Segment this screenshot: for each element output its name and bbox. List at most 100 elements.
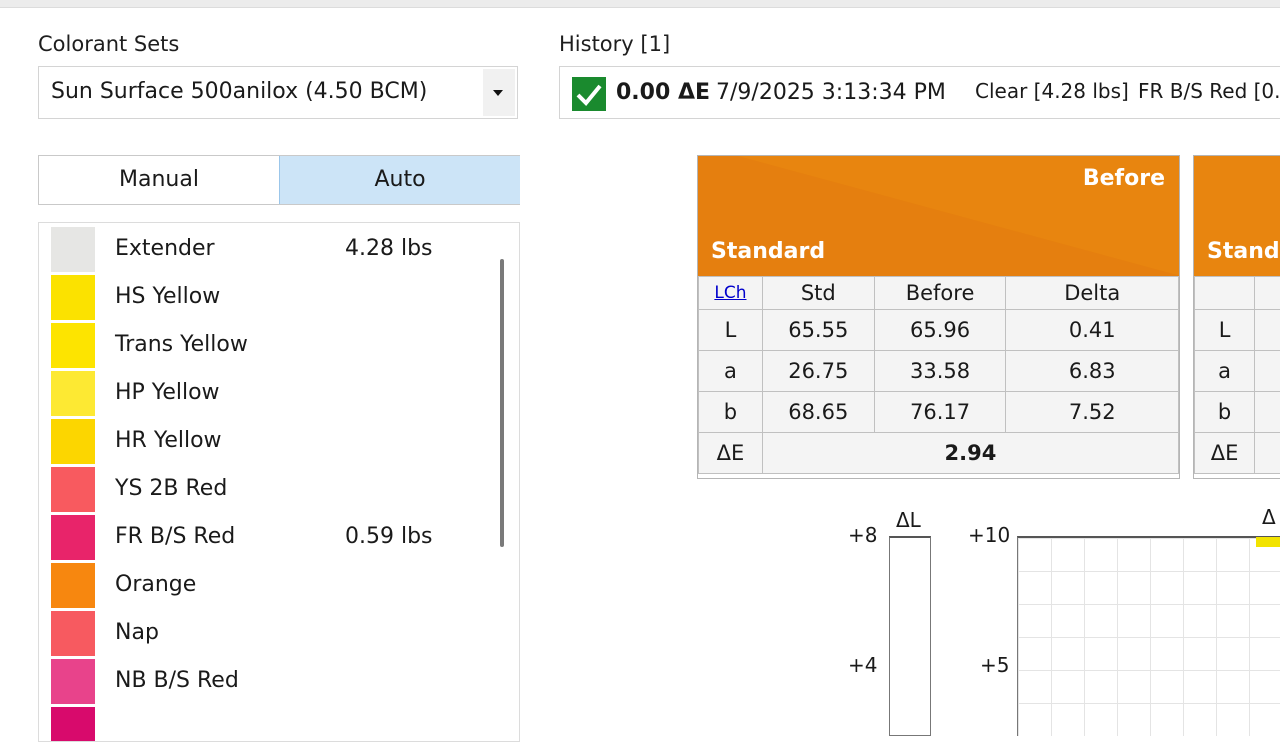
- colorant-swatch: [51, 323, 95, 368]
- dadb-chart-title: Δ: [1262, 505, 1276, 529]
- before-value: 65.96: [873, 309, 1007, 351]
- delta-value: 7.52: [1005, 391, 1179, 433]
- col-delta-header: Delta: [1005, 276, 1179, 310]
- row-label: L: [1194, 309, 1256, 351]
- colorant-set-value: Sun Surface 500anilox (4.50 BCM): [51, 79, 428, 104]
- dadb-tick-label: +10: [968, 523, 1011, 547]
- colorant-row[interactable]: [51, 706, 491, 741]
- before-panel-header: Before Standard: [698, 156, 1179, 276]
- yellow-marker: [1256, 537, 1280, 547]
- col-before-header: Before: [873, 276, 1007, 310]
- std-value: 68.65: [761, 391, 875, 433]
- before-value: 33.58: [873, 350, 1007, 392]
- before-panel: Before Standard LCh Std Before Delta L 6…: [697, 155, 1180, 479]
- history-label: History [1]: [559, 32, 671, 56]
- colorant-swatch: [51, 419, 95, 464]
- delta-value: 0.41: [1005, 309, 1179, 351]
- dl-tick-label: +8: [848, 523, 878, 547]
- delta-value: 6.83: [1005, 350, 1179, 392]
- colorant-row[interactable]: Extender 4.28 lbs: [51, 226, 491, 274]
- colorant-row[interactable]: NB B/S Red: [51, 658, 491, 706]
- colorant-name: Trans Yellow: [115, 332, 248, 357]
- colorant-row[interactable]: HS Yellow: [51, 274, 491, 322]
- std-value: 26.75: [761, 350, 875, 392]
- colorant-swatch: [51, 611, 95, 656]
- colorant-amount: 4.28 lbs: [345, 236, 433, 261]
- std-cell: [1254, 350, 1280, 392]
- table-row: ΔE 2.94: [698, 432, 1179, 474]
- row-label: b: [698, 391, 763, 433]
- colorant-row[interactable]: HP Yellow: [51, 370, 491, 418]
- std-cell: [1254, 432, 1280, 474]
- dl-tick-label: +4: [848, 653, 878, 677]
- colorant-row[interactable]: Orange: [51, 562, 491, 610]
- history-entry[interactable]: 0.00 ΔE 7/9/2025 3:13:34 PM Clear [4.28 …: [559, 66, 1280, 119]
- colorant-swatch: [51, 515, 95, 560]
- history-colorant-1: Clear [4.28 lbs]: [975, 79, 1129, 103]
- colorant-name: HR Yellow: [115, 428, 222, 453]
- history-delta-e: 0.00 ΔE: [616, 80, 710, 105]
- std-cell: [1254, 391, 1280, 433]
- standard-label: Standard: [711, 239, 826, 264]
- table-row: L 65.55 65.96 0.41: [698, 309, 1179, 351]
- dropdown-button[interactable]: [483, 69, 515, 116]
- row-label: L: [698, 309, 763, 351]
- colorant-swatch: [51, 467, 95, 512]
- colorant-swatch: [51, 227, 95, 272]
- colorant-row[interactable]: HR Yellow: [51, 418, 491, 466]
- col-std-header: Std: [761, 276, 875, 310]
- colorant-swatch: [51, 275, 95, 320]
- second-panel-header: Standard: [1194, 156, 1280, 276]
- colorant-row[interactable]: Nap: [51, 610, 491, 658]
- auto-button[interactable]: Auto: [279, 156, 520, 204]
- history-date: 7/9/2025 3:13:34 PM: [716, 80, 946, 105]
- manual-button[interactable]: Manual: [39, 156, 279, 204]
- std-value: 65.55: [761, 309, 875, 351]
- chevron-down-icon: [493, 90, 503, 96]
- dadb-chart-grid: [1017, 536, 1280, 736]
- lab-table: LCh Std Before Delta L 65.55 65.96 0.41 …: [698, 276, 1179, 474]
- colorant-sets-label: Colorant Sets: [38, 32, 180, 56]
- colorant-set-dropdown[interactable]: Sun Surface 500anilox (4.50 BCM): [38, 66, 518, 119]
- colorant-name: Orange: [115, 572, 197, 597]
- row-label: b: [1194, 391, 1256, 433]
- colorant-swatch: [51, 371, 95, 416]
- colorant-name: Extender: [115, 236, 215, 261]
- list-scrollbar[interactable]: [500, 259, 504, 547]
- colorant-swatch: [51, 659, 95, 704]
- colorant-name: FR B/S Red: [115, 524, 236, 549]
- row-label: a: [1194, 350, 1256, 392]
- colorant-name: Nap: [115, 620, 159, 645]
- standard-label: Standard: [1207, 239, 1280, 264]
- table-row: a 26.75 33.58 6.83: [698, 350, 1179, 392]
- colorant-swatch: [51, 707, 95, 741]
- table-row: b 68.65 76.17 7.52: [698, 391, 1179, 433]
- std-cell: [1254, 276, 1280, 310]
- colorant-name: HS Yellow: [115, 284, 221, 309]
- dadb-tick-label: +5: [980, 653, 1010, 677]
- dl-chart-title: ΔL: [896, 508, 921, 532]
- delta-e-label: ΔE: [1194, 432, 1256, 474]
- mode-toggle: Manual Auto: [38, 155, 520, 205]
- delta-e-value: 2.94: [761, 432, 1179, 474]
- window-top-border: [0, 0, 1280, 8]
- colorant-amount: 0.59 lbs: [345, 524, 433, 549]
- second-panel: Standard L a b ΔE: [1193, 155, 1280, 479]
- history-colorant-2: FR B/S Red [0.59 lbs]: [1138, 79, 1280, 103]
- colorant-swatch: [51, 563, 95, 608]
- colorant-name: NB B/S Red: [115, 668, 239, 693]
- delta-e-label: ΔE: [698, 432, 763, 474]
- row-label: a: [698, 350, 763, 392]
- std-cell: [1254, 309, 1280, 351]
- before-value: 76.17: [873, 391, 1007, 433]
- colorant-name: HP Yellow: [115, 380, 220, 405]
- colorant-row[interactable]: YS 2B Red: [51, 466, 491, 514]
- colorant-row[interactable]: FR B/S Red 0.59 lbs: [51, 514, 491, 562]
- lch-link[interactable]: LCh: [698, 276, 763, 310]
- before-title: Before: [1082, 166, 1165, 191]
- lab-table-2: L a b ΔE: [1194, 276, 1280, 474]
- checkmark-icon: [572, 77, 606, 111]
- colorant-list: Extender 4.28 lbs HS Yellow Trans Yellow…: [38, 222, 520, 742]
- colorant-name: YS 2B Red: [115, 476, 228, 501]
- colorant-row[interactable]: Trans Yellow: [51, 322, 491, 370]
